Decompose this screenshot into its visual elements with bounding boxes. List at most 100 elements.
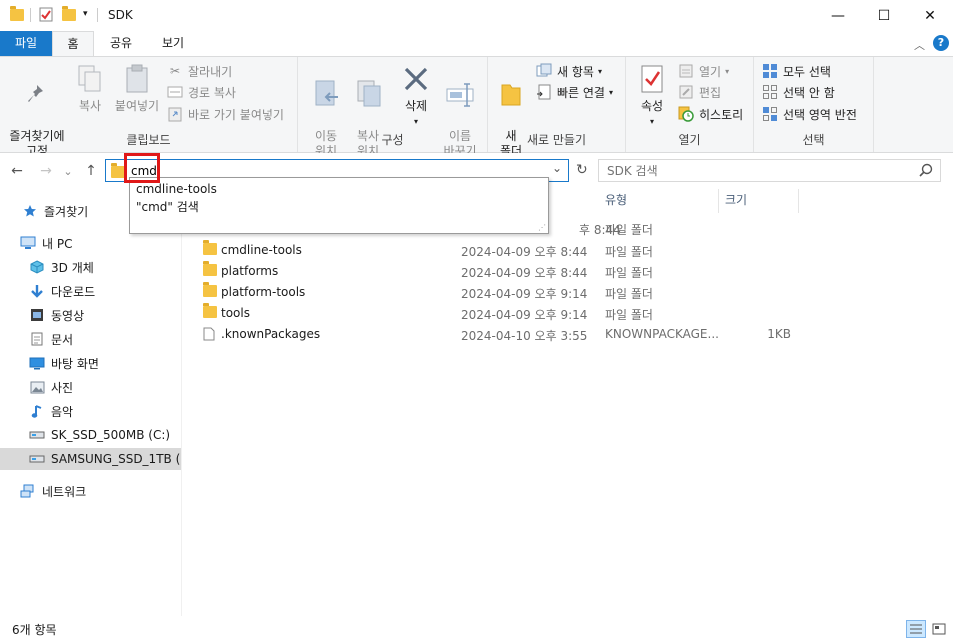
- ribbon-tabs: 파일 홈 공유 보기 ︿ ?: [0, 31, 953, 56]
- forward-button[interactable]: →: [35, 161, 57, 181]
- invert-selection-label: 선택 영역 반전: [783, 107, 857, 122]
- qat-dropdown-icon[interactable]: ▾: [83, 9, 88, 19]
- delete-label: 삭제: [404, 99, 428, 113]
- sidebar-item[interactable]: 바탕 화면: [0, 352, 181, 374]
- dropdown-arrow-icon: ▾: [413, 117, 418, 126]
- table-row[interactable]: cmdline-tools 2024-04-09 오후 8:44 파일 폴더: [197, 240, 797, 261]
- refresh-icon[interactable]: ↻: [576, 162, 588, 178]
- title-bar: ▾ SDK — ☐ ✕: [0, 0, 953, 31]
- copy-label: 복사: [78, 99, 102, 113]
- new-group: 새 폴더 새 항목 ▾ 빠른 연결 ▾ 새로 만들기: [488, 57, 626, 158]
- back-button[interactable]: ←: [6, 161, 28, 181]
- file-date: 2024-04-10 오후 3:55: [461, 329, 588, 343]
- tab-file[interactable]: 파일: [0, 31, 52, 56]
- select-none-button[interactable]: 선택 안 함: [762, 82, 835, 102]
- help-icon[interactable]: ?: [933, 35, 949, 51]
- easy-access-label: 빠른 연결: [557, 85, 605, 100]
- sidebar-item[interactable]: 네트워크: [0, 480, 181, 502]
- sidebar-item[interactable]: 다운로드: [0, 280, 181, 302]
- scissors-icon: ✂: [169, 64, 181, 78]
- table-row[interactable]: tools 2024-04-09 오후 9:14 파일 폴더: [197, 303, 797, 324]
- open-group: 속성 ▾ 열기 ▾ 편집 히스토리 열기: [626, 57, 754, 152]
- history-icon: [678, 106, 694, 122]
- large-icons-view-button[interactable]: [929, 620, 949, 638]
- file-name: cmdline-tools: [221, 243, 302, 257]
- sidebar-item[interactable]: 사진: [0, 376, 181, 398]
- new-folder-icon[interactable]: [62, 6, 76, 21]
- table-row[interactable]: platforms 2024-04-09 오후 8:44 파일 폴더: [197, 261, 797, 282]
- dropdown-arrow-icon: ▾: [608, 87, 613, 97]
- ribbon: 즐겨찾기에 고정 복사 붙여넣기 ✂ 잘라내기 경로 복사 바로 가기 붙여넣기…: [0, 56, 953, 172]
- file-size: 1KB: [767, 327, 791, 341]
- table-row[interactable]: .knownPackages 2024-04-10 오후 3:55 KNOWNPAC…: [197, 324, 797, 345]
- sidebar-item-label: 즐겨찾기: [44, 204, 89, 219]
- sidebar-item-label: 동영상: [51, 308, 85, 323]
- sidebar-item[interactable]: SAMSUNG_SSD_1TB (D: [0, 448, 181, 470]
- new-item-icon: [536, 63, 552, 79]
- resize-grip-icon[interactable]: ⋰: [538, 223, 546, 232]
- sidebar-item[interactable]: 동영상: [0, 304, 181, 326]
- sidebar-item[interactable]: 3D 개체: [0, 256, 181, 278]
- folder-icon: [203, 303, 217, 318]
- cube-icon: [29, 259, 45, 275]
- copy-button[interactable]: 복사: [74, 63, 106, 114]
- new-folder-icon: [495, 78, 527, 110]
- up-button[interactable]: ↑: [80, 161, 102, 181]
- address-dropdown-icon[interactable]: ⌄: [552, 161, 562, 175]
- autocomplete-dropdown: cmdline-tools "cmd" 검색 ⋰: [129, 177, 549, 234]
- large-icons-view-icon: [932, 623, 946, 635]
- sidebar-item[interactable]: SK_SSD_500MB (C:): [0, 424, 181, 446]
- history-button[interactable]: 히스토리: [678, 104, 743, 124]
- sidebar-item-label: 3D 개체: [51, 260, 94, 275]
- cut-button[interactable]: ✂ 잘라내기: [167, 61, 232, 81]
- edit-button[interactable]: 편집: [678, 82, 721, 102]
- properties-button[interactable]: 속성 ▾: [634, 63, 670, 129]
- minimize-button[interactable]: —: [815, 0, 861, 31]
- sidebar-item[interactable]: 문서: [0, 328, 181, 350]
- search-icon[interactable]: [919, 163, 933, 180]
- navigation-pane: 즐겨찾기내 PC 3D 개체다운로드동영상문서 바탕 화면 사진 음악 SK_SSD_50…: [0, 189, 182, 616]
- tab-view[interactable]: 보기: [148, 31, 198, 56]
- search-box[interactable]: [598, 159, 941, 182]
- properties-icon[interactable]: [39, 7, 53, 25]
- dropdown-arrow-icon: ▾: [597, 66, 602, 76]
- tab-home[interactable]: 홈: [52, 31, 94, 56]
- close-button[interactable]: ✕: [907, 0, 953, 31]
- select-none-label: 선택 안 함: [783, 85, 835, 100]
- autocomplete-item[interactable]: "cmd" 검색: [136, 198, 199, 216]
- tab-share[interactable]: 공유: [96, 31, 146, 56]
- maximize-button[interactable]: ☐: [861, 0, 907, 31]
- new-group-label: 새로 만들기: [526, 133, 586, 147]
- invert-selection-button[interactable]: 선택 영역 반전: [762, 104, 857, 124]
- network-icon: [20, 483, 36, 499]
- recent-locations-button[interactable]: ⌄: [60, 161, 76, 181]
- column-size[interactable]: 크기: [719, 189, 799, 213]
- copy-path-button[interactable]: 경로 복사: [167, 82, 236, 102]
- column-type[interactable]: 유형: [599, 189, 719, 213]
- easy-access-button[interactable]: 빠른 연결 ▾: [536, 82, 613, 102]
- sidebar-item[interactable]: 내 PC: [0, 232, 181, 254]
- open-button[interactable]: 열기 ▾: [678, 61, 729, 81]
- organize-group: 이동 위치 ▾ 복사 위치 ▾ 삭제 ▾ 이름 바꾸기 구성: [298, 57, 488, 172]
- folder-icon: [203, 240, 217, 255]
- details-view-button[interactable]: [906, 620, 926, 638]
- search-input[interactable]: [607, 160, 907, 181]
- paste-shortcut-label: 바로 가기 붙여넣기: [188, 107, 284, 122]
- collapse-ribbon-icon[interactable]: ︿: [914, 37, 925, 53]
- delete-button[interactable]: 삭제 ▾: [398, 63, 434, 129]
- paste-shortcut-button[interactable]: 바로 가기 붙여넣기: [167, 104, 284, 124]
- drive-icon: [29, 427, 45, 443]
- drive-icon: [29, 451, 45, 467]
- new-item-button[interactable]: 새 항목 ▾: [536, 61, 602, 81]
- rename-icon: [444, 78, 476, 110]
- table-row[interactable]: platform-tools 2024-04-09 오후 9:14 파일 폴더: [197, 282, 797, 303]
- paste-shortcut-icon: [167, 106, 183, 122]
- select-all-button[interactable]: 모두 선택: [762, 61, 831, 81]
- history-label: 히스토리: [699, 107, 744, 122]
- file-type: 파일 폴더: [605, 287, 653, 301]
- copy-path-icon: [167, 84, 183, 100]
- sidebar-item[interactable]: 음악: [0, 400, 181, 422]
- video-icon: [29, 307, 45, 323]
- paste-button[interactable]: 붙여넣기: [112, 63, 162, 114]
- properties-label: 속성: [640, 99, 664, 113]
